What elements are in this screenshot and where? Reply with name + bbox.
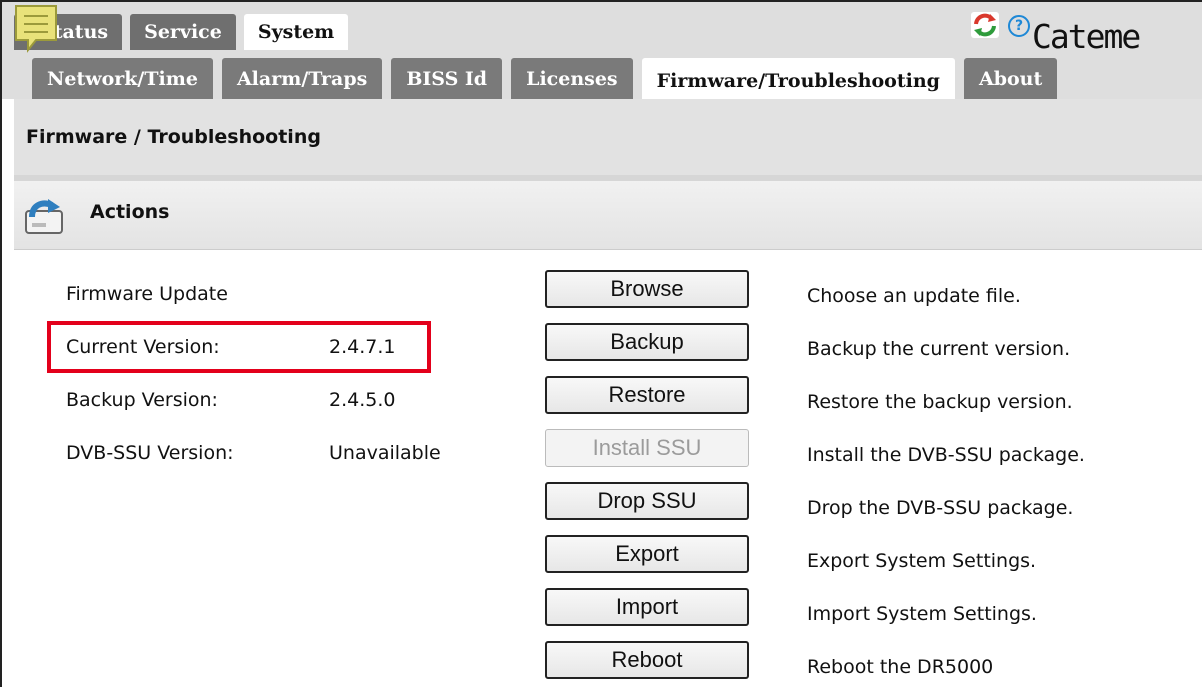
tab-firmware-troubleshooting[interactable]: Firmware/Troubleshooting: [641, 58, 955, 103]
ateme-logo: Cateme: [1032, 17, 1141, 56]
app-frame: Status Service System ? Cateme Network/T…: [0, 0, 1202, 687]
tab-network-time[interactable]: Network/Time: [32, 58, 213, 99]
download-icon: [25, 199, 63, 234]
backup-version-label: Backup Version:: [66, 389, 218, 411]
page-title: Firmware / Troubleshooting: [26, 126, 321, 148]
browse-button[interactable]: Browse: [545, 270, 749, 308]
drop-ssu-description: Drop the DVB-SSU package.: [807, 497, 1074, 519]
install-ssu-description: Install the DVB-SSU package.: [807, 444, 1085, 466]
current-version-highlight: [47, 321, 431, 373]
backup-version-value: 2.4.5.0: [329, 389, 396, 411]
help-icon[interactable]: ?: [1008, 15, 1030, 37]
reboot-button[interactable]: Reboot: [545, 641, 749, 679]
sticky-note-icon[interactable]: [14, 4, 58, 54]
tab-biss-id[interactable]: BISS Id: [391, 58, 503, 99]
browse-description: Choose an update file.: [807, 285, 1021, 307]
export-description: Export System Settings.: [807, 550, 1037, 572]
drop-ssu-button[interactable]: Drop SSU: [545, 482, 749, 520]
brand-logo-mark: C: [1032, 17, 1052, 56]
brand-text: ateme: [1049, 17, 1141, 56]
backup-description: Backup the current version.: [807, 338, 1071, 360]
firmware-update-label: Firmware Update: [66, 283, 228, 305]
tab-service[interactable]: Service: [130, 14, 236, 50]
reboot-description: Reboot the DR5000: [807, 656, 994, 678]
restore-description: Restore the backup version.: [807, 391, 1073, 413]
import-description: Import System Settings.: [807, 603, 1037, 625]
tab-about[interactable]: About: [963, 58, 1058, 99]
dvb-ssu-version-value: Unavailable: [329, 442, 441, 464]
backup-button[interactable]: Backup: [545, 323, 749, 361]
top-tab-bar: Status Service System: [14, 14, 349, 50]
install-ssu-button[interactable]: Install SSU: [545, 429, 749, 467]
section-title: Actions: [90, 201, 170, 223]
sub-tab-bar: Network/Time Alarm/Traps BISS Id License…: [32, 58, 1058, 103]
tab-alarm-traps[interactable]: Alarm/Traps: [221, 58, 383, 99]
dvb-ssu-version-label: DVB-SSU Version:: [66, 442, 234, 464]
restore-button[interactable]: Restore: [545, 376, 749, 414]
tab-licenses[interactable]: Licenses: [511, 58, 633, 99]
page-title-bar: Firmware / Troubleshooting: [14, 99, 1202, 175]
export-button[interactable]: Export: [545, 535, 749, 573]
import-button[interactable]: Import: [545, 588, 749, 626]
main-content: Actions Firmware Update Current Version:…: [14, 181, 1202, 687]
actions-section-header: Actions: [14, 181, 1202, 250]
refresh-icon[interactable]: [970, 11, 1000, 39]
tab-system[interactable]: System: [243, 14, 349, 50]
